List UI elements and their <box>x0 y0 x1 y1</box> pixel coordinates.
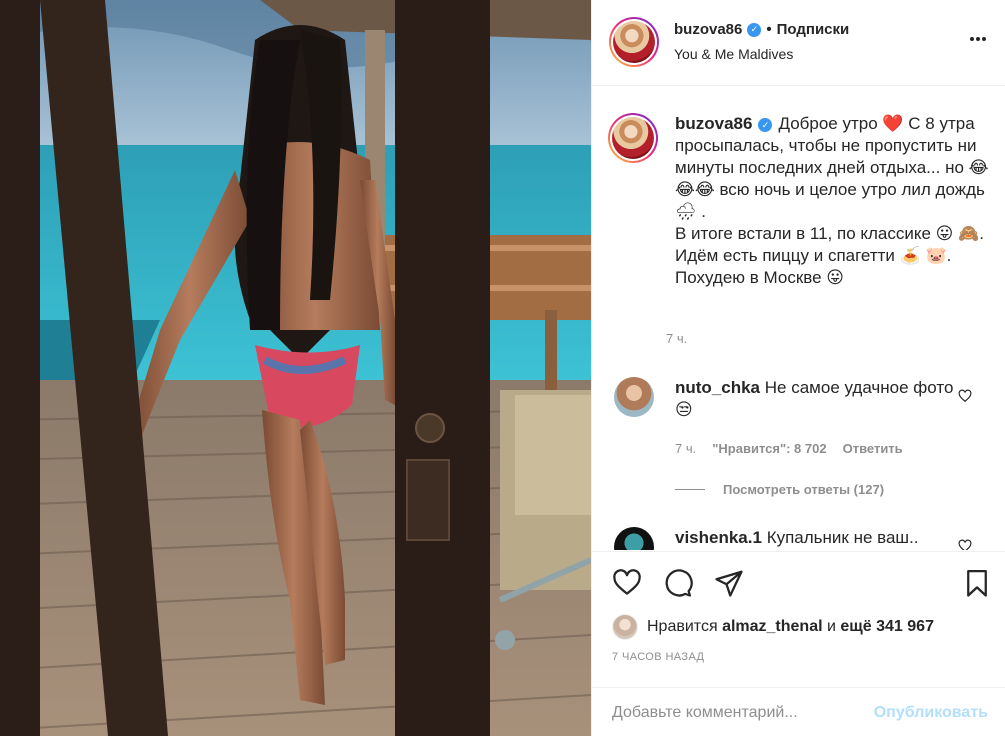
caption-time[interactable]: 7 ч. <box>666 331 687 346</box>
view-replies-button[interactable]: Посмотреть ответы (127) <box>675 482 884 497</box>
post-side-panel: buzova86 ✓ • Подписки You & Me Maldives … <box>591 0 1005 736</box>
location-link[interactable]: You & Me Maldives <box>674 46 793 62</box>
liked-by-conjunction: и <box>827 618 836 635</box>
bookmark-save-icon[interactable] <box>962 568 992 598</box>
replies-divider <box>675 489 705 490</box>
caption-username[interactable]: buzova86 <box>675 114 752 133</box>
separator-dot: • <box>766 21 772 38</box>
post-photo[interactable] <box>0 0 591 736</box>
publish-button[interactable]: Опубликовать <box>874 704 988 722</box>
comment-text: vishenka.1 Купальник не ваш.. <box>675 527 955 549</box>
liked-by-row[interactable]: Нравится almaz_thenal и ещё 341 967 <box>612 614 934 640</box>
action-icons-row <box>612 568 744 598</box>
author-row: buzova86 ✓ • Подписки <box>674 21 849 38</box>
share-paper-plane-icon[interactable] <box>714 568 744 598</box>
comment-time[interactable]: 7 ч. <box>675 441 696 456</box>
commenter-avatar[interactable] <box>614 377 654 417</box>
caption-body: Доброе утро ❤️ С 8 утра просыпалась, что… <box>675 114 989 287</box>
post-actions: Нравится almaz_thenal и ещё 341 967 7 ЧА… <box>592 551 1005 686</box>
view-replies-label: Посмотреть ответы (127) <box>723 482 885 497</box>
comment-meta: 7 ч. "Нравится": 8 702 Ответить <box>675 441 903 456</box>
caption-text: buzova86 ✓ Доброе утро ❤️ С 8 утра просыпа… <box>675 113 995 289</box>
liker-avatar[interactable] <box>612 614 638 640</box>
reply-button[interactable]: Ответить <box>843 441 903 456</box>
verified-badge-icon: ✓ <box>747 22 762 37</box>
add-comment-form: Добавьте комментарий... Опубликовать <box>592 687 1005 736</box>
comment-likes-count[interactable]: "Нравится": 8 702 <box>712 441 826 456</box>
comment-input[interactable]: Добавьте комментарий... <box>612 704 798 722</box>
liked-by-count[interactable]: ещё 341 967 <box>840 618 934 635</box>
author-username[interactable]: buzova86 <box>674 21 742 38</box>
author-avatar[interactable] <box>609 17 659 67</box>
commenter-avatar[interactable] <box>614 527 654 550</box>
comment-like-heart-icon[interactable] <box>958 389 972 403</box>
comments-list[interactable]: buzova86 ✓ Доброе утро ❤️ С 8 утра просыпа… <box>592 87 1005 550</box>
avatar-image <box>613 21 655 63</box>
more-horizontal-icon[interactable] <box>969 30 987 48</box>
caption-author-avatar[interactable] <box>608 113 658 163</box>
liked-by-prefix: Нравится <box>647 618 718 635</box>
comment-text: nuto_chka Не самое удачное фото 😒 <box>675 377 955 421</box>
commenter-username[interactable]: nuto_chka <box>675 378 760 397</box>
post-timestamp[interactable]: 7 ЧАСОВ НАЗАД <box>612 651 704 663</box>
commenter-username[interactable]: vishenka.1 <box>675 528 762 547</box>
avatar-image <box>612 117 654 159</box>
comment-like-heart-icon[interactable] <box>958 539 972 550</box>
post-header: buzova86 ✓ • Подписки You & Me Maldives <box>592 0 1005 86</box>
comment-bubble-icon[interactable] <box>663 568 693 598</box>
follow-status-button[interactable]: Подписки <box>777 21 850 38</box>
verified-badge-icon: ✓ <box>758 117 773 132</box>
post-image <box>0 0 591 736</box>
comment-body: Купальник не ваш.. <box>766 528 919 547</box>
like-heart-icon[interactable] <box>612 568 642 598</box>
liked-by-user[interactable]: almaz_thenal <box>722 618 822 635</box>
